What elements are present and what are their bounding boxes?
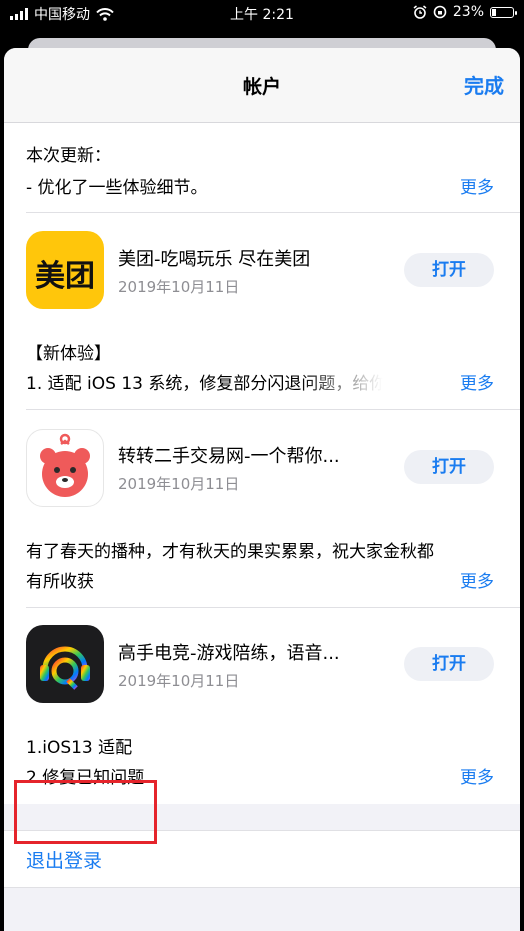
nav-bar: 帐户 完成 <box>4 48 520 123</box>
gaoshou-app-icon[interactable] <box>26 625 104 703</box>
separator <box>26 212 520 213</box>
app-name: 转转二手交易网-一个帮你... <box>118 446 340 467</box>
highlight-box <box>14 780 157 844</box>
battery-percent: 23% <box>452 4 484 20</box>
alarm-icon <box>413 5 427 19</box>
open-button[interactable]: 打开 <box>404 253 494 287</box>
gaoshou-headphones-icon <box>40 646 90 690</box>
app-date: 2019年10月11日 <box>118 475 240 493</box>
done-button[interactable]: 完成 <box>464 70 504 99</box>
updates-list: 本次更新： - 优化了一些体验细节。 更多 美团 美团-吃喝玩乐 尽在美团 20… <box>4 123 520 804</box>
app-name: 美团-吃喝玩乐 尽在美团 <box>118 249 311 270</box>
more-link[interactable]: 更多 <box>460 173 494 198</box>
rotation-lock-icon <box>433 5 447 19</box>
zhuanzhuan-app-icon[interactable] <box>26 429 104 507</box>
zhuanzhuan-bear-icon <box>40 433 90 497</box>
battery-icon <box>490 6 517 18</box>
release-notes-line: 1.iOS13 适配 <box>26 738 133 758</box>
separator <box>26 409 520 410</box>
update-heading: 本次更新： <box>26 146 111 166</box>
text-fade <box>300 370 450 396</box>
release-notes-line: 有所收获 <box>26 572 94 592</box>
app-name: 高手电竞-游戏陪练，语音... <box>118 643 340 664</box>
app-date: 2019年10月11日 <box>118 672 240 690</box>
separator <box>26 607 520 608</box>
release-notes-line: 【新体验】 <box>26 344 111 364</box>
meituan-app-icon[interactable]: 美团 <box>26 231 104 309</box>
more-link[interactable]: 更多 <box>460 369 494 394</box>
status-bar: 中国移动 上午 2:21 23% <box>0 0 524 26</box>
update-notes: - 优化了一些体验细节。 <box>26 178 208 198</box>
release-notes-line: 有了春天的播种，才有秋天的果实累累，祝大家金秋都 <box>26 542 434 562</box>
more-link[interactable]: 更多 <box>460 763 494 788</box>
nav-title: 帐户 <box>242 76 281 98</box>
status-right: 23% <box>413 4 517 20</box>
app-date: 2019年10月11日 <box>118 278 240 296</box>
meituan-logo-text: 美团 <box>35 259 95 294</box>
open-button[interactable]: 打开 <box>404 450 494 484</box>
logout-button[interactable]: 退出登录 <box>26 846 102 873</box>
more-link[interactable]: 更多 <box>460 567 494 592</box>
open-button[interactable]: 打开 <box>404 647 494 681</box>
